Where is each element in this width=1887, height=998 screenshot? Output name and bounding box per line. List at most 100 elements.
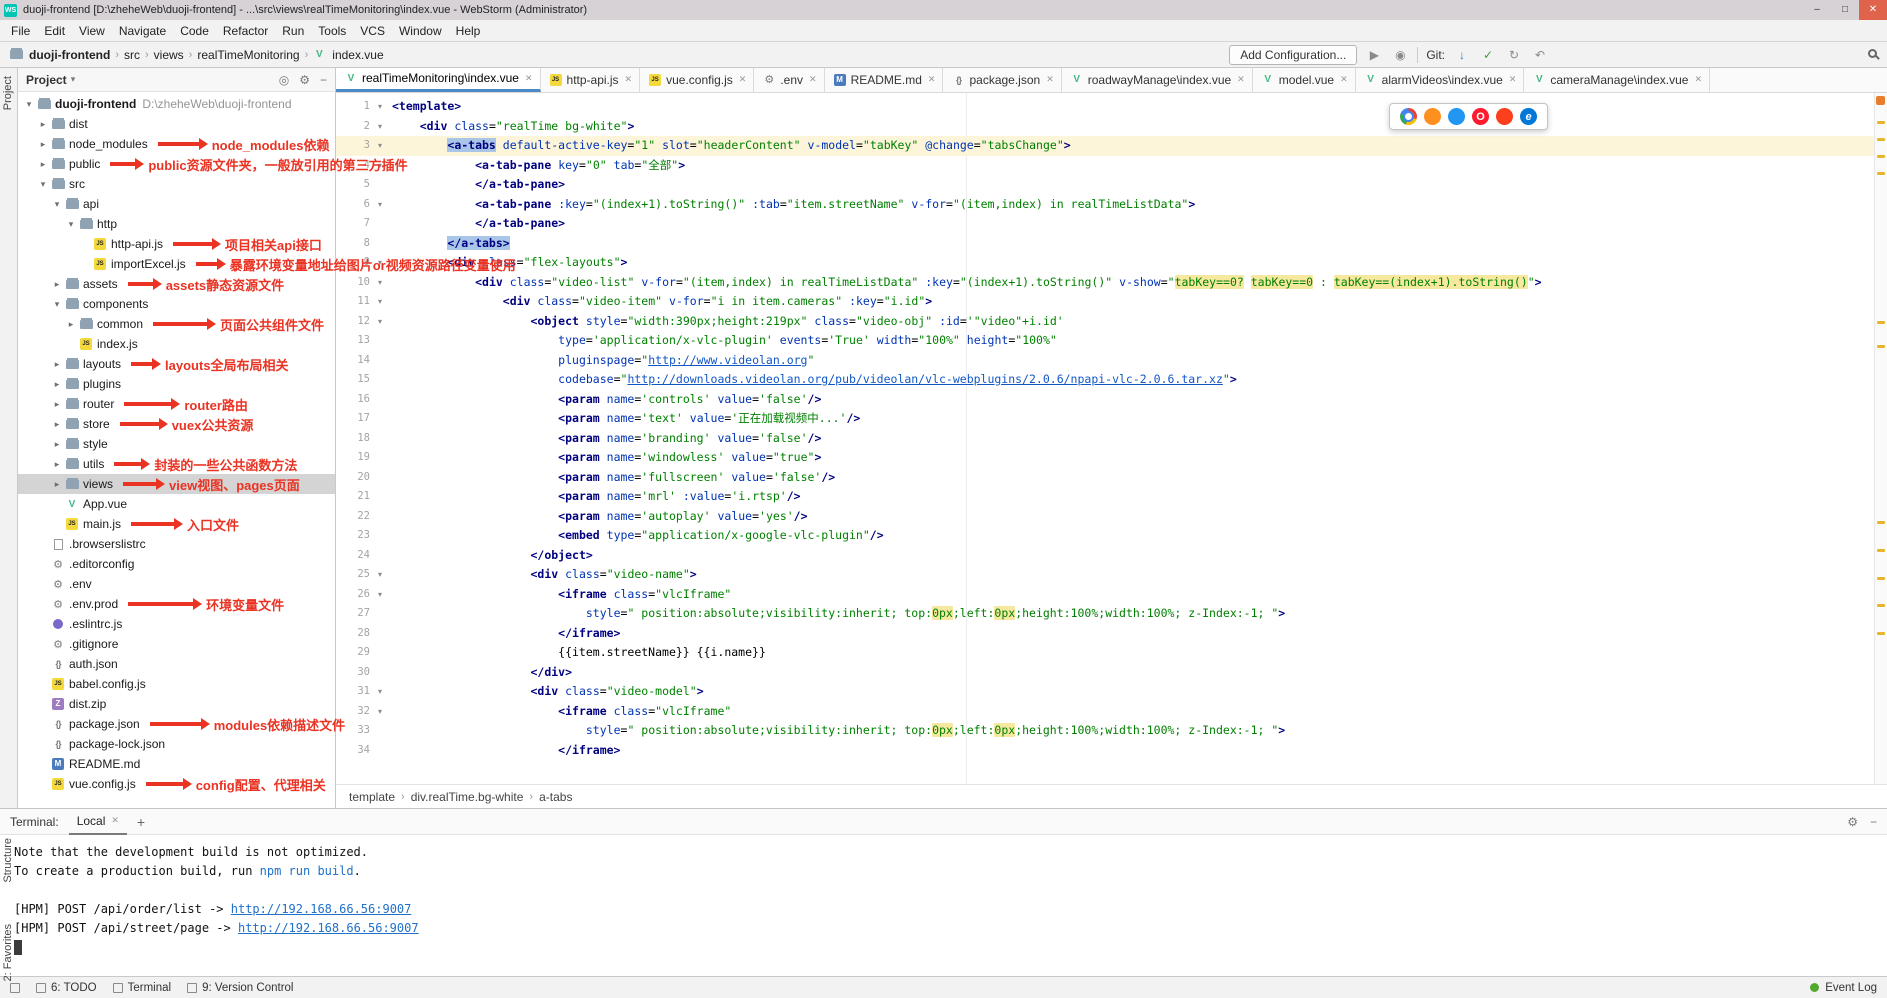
tree-item-node-modules[interactable]: ▸node_modulesnode_modules依赖 xyxy=(18,134,335,154)
editor-tab-roadwaymanage-index-vue[interactable]: VroadwayManage\index.vue✕ xyxy=(1062,68,1253,92)
tree-item-gitignore[interactable]: ⚙.gitignore xyxy=(18,634,335,654)
terminal-link[interactable]: http://192.168.66.56:9007 xyxy=(238,921,419,935)
tree-item-http-api-js[interactable]: JShttp-api.js项目相关api接口 xyxy=(18,234,335,254)
code-line-30[interactable]: 30 </div> xyxy=(336,663,1887,683)
editor-tab-vue-config-js[interactable]: JSvue.config.js✕ xyxy=(640,68,754,92)
tree-item-readme-md[interactable]: MREADME.md xyxy=(18,754,335,774)
editor-tab-cameramanage-index-vue[interactable]: VcameraManage\index.vue✕ xyxy=(1524,68,1710,92)
tree-item-env[interactable]: ⚙.env xyxy=(18,574,335,594)
chrome-browser-icon[interactable] xyxy=(1400,108,1417,125)
breadcrumb-item-views[interactable]: views xyxy=(152,48,186,62)
breadcrumb-item-src[interactable]: src xyxy=(122,48,142,62)
git-update-icon[interactable]: ↓ xyxy=(1453,48,1471,62)
code-line-8[interactable]: 8 </a-tabs> xyxy=(336,234,1887,254)
code-line-28[interactable]: 28 </iframe> xyxy=(336,624,1887,644)
inspection-mark-icon[interactable] xyxy=(1877,138,1885,141)
inspection-mark-icon[interactable] xyxy=(1877,172,1885,175)
safari-browser-icon[interactable] xyxy=(1448,108,1465,125)
chevron-right-icon[interactable]: ▸ xyxy=(50,479,64,490)
code-line-29[interactable]: 29 {{item.streetName}} {{i.name}} xyxy=(336,643,1887,663)
breadcrumb-item-duoji-frontend[interactable]: duoji-frontend xyxy=(27,48,112,62)
breadcrumb-item-realtimemonitoring[interactable]: realTimeMonitoring xyxy=(195,48,301,62)
chevron-right-icon[interactable]: ▸ xyxy=(50,439,64,450)
inspection-mark-icon[interactable] xyxy=(1877,121,1885,124)
chevron-down-icon[interactable]: ▾ xyxy=(71,74,76,85)
tool-stripe-favorites[interactable]: 2: Favorites xyxy=(2,924,14,981)
close-tab-icon[interactable]: ✕ xyxy=(809,74,817,85)
settings-icon[interactable]: ⚙ xyxy=(299,73,310,87)
chevron-right-icon[interactable]: ▸ xyxy=(50,279,64,290)
chevron-right-icon[interactable]: ▸ xyxy=(64,319,78,330)
tree-item-babel-config-js[interactable]: JSbabel.config.js xyxy=(18,674,335,694)
tree-item-browserslistrc[interactable]: .browserslistrc xyxy=(18,534,335,554)
status-item-6-todo[interactable]: 6: TODO xyxy=(36,982,97,994)
chevron-right-icon[interactable]: ▸ xyxy=(50,359,64,370)
code-line-9[interactable]: 9▾ <div class="flex-layouts"> xyxy=(336,253,1887,273)
menu-item-file[interactable]: File xyxy=(4,20,37,42)
close-tab-icon[interactable]: ✕ xyxy=(928,74,936,85)
fold-marker-icon[interactable]: ▾ xyxy=(378,273,392,293)
inspection-mark-icon[interactable] xyxy=(1877,632,1885,635)
code-line-7[interactable]: 7 </a-tab-pane> xyxy=(336,214,1887,234)
fold-marker-icon[interactable]: ▾ xyxy=(378,292,392,312)
menu-item-view[interactable]: View xyxy=(72,20,112,42)
close-tab-icon[interactable]: ✕ xyxy=(1237,74,1245,85)
editor-breadcrumb-a-tabs[interactable]: a-tabs xyxy=(536,790,575,804)
tree-item-views[interactable]: ▸viewsview视图、pages页面 xyxy=(18,474,335,494)
chevron-right-icon[interactable]: ▸ xyxy=(36,119,50,130)
code-line-24[interactable]: 24 </object> xyxy=(336,546,1887,566)
tool-stripe-project[interactable]: Project xyxy=(2,76,14,110)
tree-item-app-vue[interactable]: VApp.vue xyxy=(18,494,335,514)
editor-breadcrumb-div-realtime-bg-white[interactable]: div.realTime.bg-white xyxy=(408,790,527,804)
chevron-right-icon[interactable]: ▸ xyxy=(50,379,64,390)
inspection-mark-icon[interactable] xyxy=(1877,577,1885,580)
tree-item-style[interactable]: ▸style xyxy=(18,434,335,454)
code-line-4[interactable]: 4▾ <a-tab-pane key="0" tab="全部"> xyxy=(336,156,1887,176)
git-commit-icon[interactable]: ✓ xyxy=(1479,48,1497,62)
fold-marker-icon[interactable]: ▾ xyxy=(378,682,392,702)
maximize-button[interactable]: □ xyxy=(1831,0,1859,20)
terminal-settings-icon[interactable]: ⚙ xyxy=(1847,815,1858,829)
code-line-32[interactable]: 32▾ <iframe class="vlcIframe" xyxy=(336,702,1887,722)
fold-marker-icon[interactable]: ▾ xyxy=(378,195,392,215)
debug-icon[interactable]: ◉ xyxy=(1391,48,1409,62)
editor-breadcrumb-template[interactable]: template xyxy=(346,790,398,804)
close-tab-icon[interactable]: ✕ xyxy=(1694,74,1702,85)
tree-item-components[interactable]: ▾components xyxy=(18,294,335,314)
menu-item-refactor[interactable]: Refactor xyxy=(216,20,275,42)
title-bar[interactable]: WS duoji-frontend [D:\zheheWeb\duoji-fro… xyxy=(0,0,1887,20)
editor-tab-readme-md[interactable]: MREADME.md✕ xyxy=(825,68,944,92)
tree-item-http[interactable]: ▾http xyxy=(18,214,335,234)
yandex-browser-icon[interactable] xyxy=(1496,108,1513,125)
code-line-25[interactable]: 25▾ <div class="video-name"> xyxy=(336,565,1887,585)
tree-item-env-prod[interactable]: ⚙.env.prod环境变量文件 xyxy=(18,594,335,614)
new-terminal-session-button[interactable]: + xyxy=(127,814,155,830)
locate-file-icon[interactable]: ◎ xyxy=(279,73,289,87)
chevron-down-icon[interactable]: ▾ xyxy=(50,199,64,210)
tree-item-plugins[interactable]: ▸plugins xyxy=(18,374,335,394)
tree-item-layouts[interactable]: ▸layoutslayouts全局布局相关 xyxy=(18,354,335,374)
code-line-20[interactable]: 20 <param name='fullscreen' value='false… xyxy=(336,468,1887,488)
editor-tab-package-json[interactable]: {}package.json✕ xyxy=(943,68,1061,92)
editor-tab-realtimemonitoring-index-vue[interactable]: VrealTimeMonitoring\index.vue✕ xyxy=(336,68,541,92)
tree-item-api[interactable]: ▾api xyxy=(18,194,335,214)
minimize-button[interactable]: – xyxy=(1803,0,1831,20)
tree-item-dist-zip[interactable]: Zdist.zip xyxy=(18,694,335,714)
code-line-11[interactable]: 11▾ <div class="video-item" v-for="i in … xyxy=(336,292,1887,312)
code-line-34[interactable]: 34 </iframe> xyxy=(336,741,1887,761)
code-line-21[interactable]: 21 <param name='mrl' :value='i.rtsp'/> xyxy=(336,487,1887,507)
menu-item-tools[interactable]: Tools xyxy=(311,20,353,42)
tool-stripe-structure[interactable]: Structure xyxy=(2,838,14,883)
event-log-button[interactable]: Event Log xyxy=(1825,982,1877,994)
code-line-15[interactable]: 15 codebase="http://downloads.videolan.o… xyxy=(336,370,1887,390)
code-line-3[interactable]: 3▾ <a-tabs default-active-key="1" slot="… xyxy=(336,136,1887,156)
menu-item-help[interactable]: Help xyxy=(449,20,488,42)
chevron-down-icon[interactable]: ▾ xyxy=(50,299,64,310)
fold-marker-icon[interactable]: ▾ xyxy=(378,117,392,137)
tree-item-common[interactable]: ▸common页面公共组件文件 xyxy=(18,314,335,334)
editor-tab-http-api-js[interactable]: JShttp-api.js✕ xyxy=(541,68,641,92)
tree-item-vue-config-js[interactable]: JSvue.config.jsconfig配置、代理相关 xyxy=(18,774,335,794)
tree-item-main-js[interactable]: JSmain.js入口文件 xyxy=(18,514,335,534)
code-line-19[interactable]: 19 <param name='windowless' value="true"… xyxy=(336,448,1887,468)
tree-item-duoji-frontend[interactable]: ▾duoji-frontendD:\zheheWeb\duoji-fronten… xyxy=(18,94,335,114)
